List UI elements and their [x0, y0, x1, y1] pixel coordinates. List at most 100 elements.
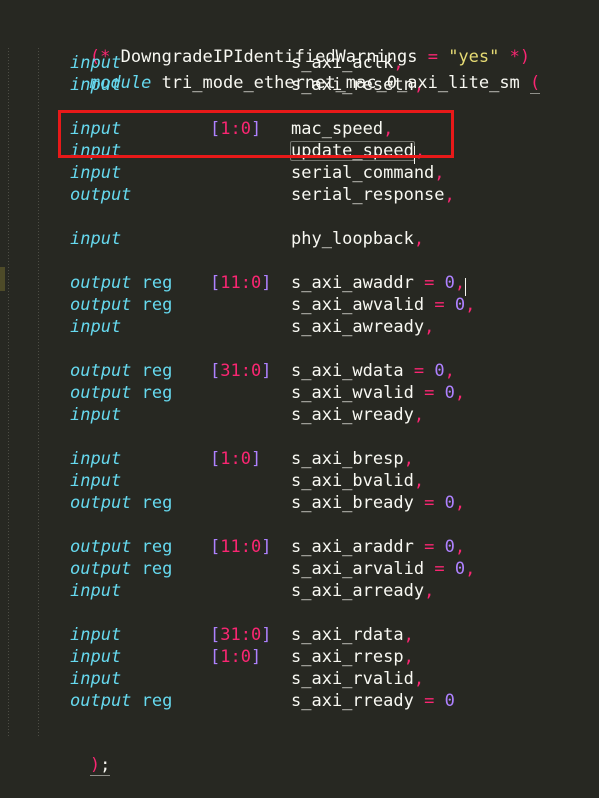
assign-equals-token: =	[413, 361, 425, 381]
close-bracket-token: ]	[250, 647, 262, 667]
code-line-port[interactable]: input update_speed,	[0, 140, 599, 164]
direction-keyword-token: input	[70, 669, 122, 689]
port-name: s_axi_bvalid,	[291, 470, 424, 492]
port-identifier-token: serial_response	[291, 185, 445, 205]
port-direction: input	[70, 162, 121, 184]
port-name: serial_command,	[291, 162, 445, 184]
comma-token: ,	[465, 295, 476, 315]
code-line-attribute[interactable]: (* DowngradeIPIdentifiedWarnings = "yes"…	[0, 2, 599, 67]
code-line-close[interactable]: );	[0, 710, 599, 776]
port-name: s_axi_awready,	[291, 316, 434, 338]
direction-keyword-token: output	[70, 559, 132, 579]
port-direction: output reg	[70, 272, 172, 294]
code-line-blank[interactable]	[0, 338, 599, 360]
direction-keyword-token: input	[70, 471, 122, 491]
code-line-port[interactable]: input s_axi_wready,	[0, 404, 599, 426]
port-width: [11:0]	[210, 536, 271, 558]
assign-value-token: 0	[434, 361, 445, 381]
code-line-port[interactable]: input s_axi_arready,	[0, 580, 599, 602]
open-bracket-token: [	[210, 361, 221, 381]
comma-token: ,	[383, 119, 394, 139]
width-range-token: 11:0	[220, 273, 262, 293]
open-bracket-token: [	[210, 449, 221, 469]
port-direction: output reg	[70, 382, 172, 404]
close-bracket-token: ]	[250, 119, 262, 139]
port-direction: input	[70, 228, 121, 250]
assign-value-token: 0	[444, 691, 455, 711]
port-name: s_axi_rready = 0	[291, 690, 455, 712]
code-line-port[interactable]: input [1:0] mac_speed,	[0, 118, 599, 140]
width-range-token: 31:0	[220, 625, 262, 645]
comma-token: ,	[403, 449, 414, 469]
direction-keyword-token: input	[70, 647, 122, 667]
code-line-port[interactable]: output reg [11:0] s_axi_awaddr = 0,	[0, 272, 599, 296]
close-bracket-token: ]	[261, 361, 272, 381]
code-line-blank[interactable]	[0, 206, 599, 228]
reg-keyword-token: reg	[141, 691, 173, 711]
port-name: s_axi_awaddr = 0,	[291, 272, 467, 296]
code-line-port[interactable]: output reg s_axi_wvalid = 0,	[0, 382, 599, 404]
port-name: mac_speed,	[291, 118, 393, 140]
reg-keyword-token: reg	[141, 559, 173, 579]
code-line-port[interactable]: output reg s_axi_arvalid = 0,	[0, 558, 599, 580]
code-line-blank[interactable]	[0, 96, 599, 118]
code-line-blank[interactable]	[0, 250, 599, 272]
port-name: s_axi_wdata = 0,	[291, 360, 455, 382]
comma-token: ,	[413, 229, 425, 249]
assign-value-token: 0	[444, 383, 455, 403]
close-bracket-token: ]	[261, 625, 272, 645]
port-direction: input	[70, 404, 121, 426]
code-line-port[interactable]: input s_axi_resetn,	[0, 74, 599, 96]
port-name: s_axi_aclk,	[291, 52, 404, 74]
reg-keyword-token: reg	[141, 361, 173, 381]
reg-keyword-token: reg	[141, 295, 173, 315]
code-line-port[interactable]: input s_axi_aclk,	[0, 52, 599, 74]
direction-keyword-token: input	[70, 141, 122, 161]
code-line-port[interactable]: input [31:0] s_axi_rdata,	[0, 624, 599, 646]
code-line-port[interactable]: input s_axi_awready,	[0, 316, 599, 338]
port-name: update_speed,	[290, 140, 425, 164]
code-line-port[interactable]: output reg [11:0] s_axi_araddr = 0,	[0, 536, 599, 558]
code-line-port[interactable]: input serial_command,	[0, 162, 599, 184]
code-content[interactable]: (* DowngradeIPIdentifiedWarnings = "yes"…	[0, 0, 599, 776]
port-name: s_axi_arvalid = 0,	[291, 558, 475, 580]
code-line-port[interactable]: input s_axi_bvalid,	[0, 470, 599, 492]
code-line-port[interactable]: output serial_response,	[0, 184, 599, 206]
port-width: [31:0]	[210, 360, 271, 382]
comma-token: ,	[454, 537, 466, 557]
direction-keyword-token: output	[70, 361, 132, 381]
comma-token: ,	[434, 163, 445, 183]
code-line-port[interactable]: input [1:0] s_axi_bresp,	[0, 448, 599, 470]
code-line-port[interactable]: output reg s_axi_bready = 0,	[0, 492, 599, 514]
code-line-port[interactable]: input phy_loopback,	[0, 228, 599, 250]
code-line-blank[interactable]	[0, 602, 599, 624]
code-line-port[interactable]: input [1:0] s_axi_rresp,	[0, 646, 599, 668]
assign-value-token: 0	[444, 537, 455, 557]
close-paren-token: )	[89, 755, 101, 776]
assign-equals-token: =	[424, 537, 435, 557]
reg-keyword-token: reg	[141, 273, 173, 293]
direction-keyword-token: input	[70, 53, 122, 73]
width-range-token: 11:0	[220, 537, 262, 557]
code-line-blank[interactable]	[0, 426, 599, 448]
code-line-port[interactable]: input s_axi_rvalid,	[0, 668, 599, 690]
assign-equals-token: =	[434, 295, 445, 315]
assign-equals-token: =	[424, 493, 435, 513]
width-range-token: 1:0	[220, 449, 251, 469]
port-direction: input	[70, 668, 121, 690]
port-identifier-token: s_axi_rvalid	[291, 669, 414, 689]
code-editor[interactable]: (* DowngradeIPIdentifiedWarnings = "yes"…	[0, 0, 599, 776]
port-direction: output reg	[70, 294, 172, 316]
code-line-port[interactable]: output reg s_axi_rready = 0	[0, 690, 599, 712]
direction-keyword-token: output	[70, 273, 132, 293]
port-name: s_axi_awvalid = 0,	[291, 294, 475, 316]
code-line-blank[interactable]	[0, 514, 599, 536]
port-width: [1:0]	[210, 118, 261, 140]
port-identifier-token: s_axi_araddr	[291, 537, 414, 557]
code-line-port[interactable]: output reg s_axi_awvalid = 0,	[0, 294, 599, 316]
comma-token: ,	[413, 471, 425, 491]
code-line-module-declaration[interactable]: module tri_mode_ethernet_mac_0_axi_lite_…	[0, 28, 599, 94]
code-line-port[interactable]: output reg [31:0] s_axi_wdata = 0,	[0, 360, 599, 382]
port-identifier-token: s_axi_wvalid	[291, 383, 414, 403]
direction-keyword-token: input	[70, 405, 122, 425]
